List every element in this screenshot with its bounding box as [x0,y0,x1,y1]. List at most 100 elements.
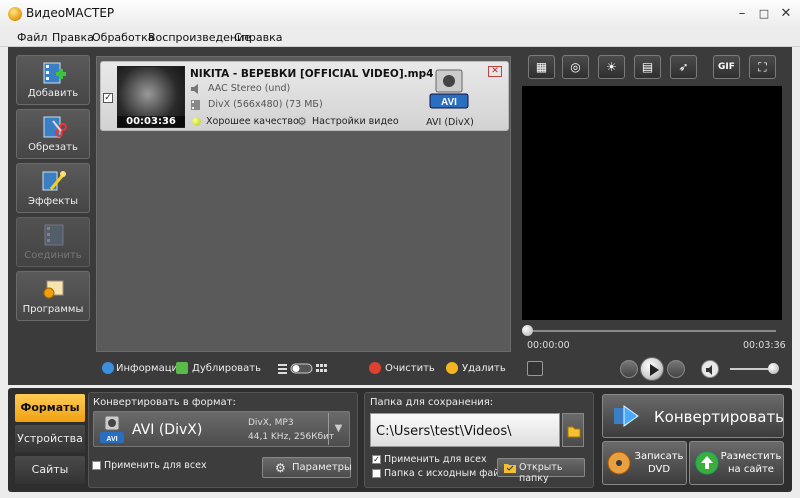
info-button[interactable]: Информация [116,363,184,374]
burn-dvd-label-2: DVD [647,464,671,475]
dvd-disc-icon [607,451,631,475]
sidebar-item-label: Обрезать [28,142,78,153]
file-name: NIKITA - ВЕРЕВКИ [OFFICIAL VIDEO].mp4 [190,68,434,80]
burn-dvd-label-1: Записать [634,451,684,462]
duplicate-button[interactable]: Дублировать [192,363,261,374]
remove-file-button[interactable]: ✕ [488,66,502,77]
sidebar-item-label: Программы [22,304,84,315]
sidebar-item-label: Эффекты [28,196,78,207]
crop-icon: ▦ [535,60,548,74]
publish-site-label-2: на сайте [728,464,774,475]
film-frame-icon: ▤ [641,60,654,74]
film-strip-icon [191,100,200,110]
format-audio-details: 44,1 KHz, 256Кбит [248,432,335,442]
convert-label: Конвертировать [654,408,785,426]
publish-site-button[interactable]: Разместить на сайте [689,441,784,485]
video-settings-link[interactable]: Настройки видео [312,116,399,127]
clear-icon [369,362,381,374]
folder-check-icon [504,464,516,473]
duplicate-icon [176,362,188,374]
publish-site-label-1: Разместить [720,451,782,462]
seek-handle[interactable] [522,325,533,336]
delete-icon [446,362,458,374]
convert-arrow-icon [614,405,639,427]
clear-button[interactable]: Очистить [385,363,435,374]
gif-button[interactable]: GIF [713,55,740,79]
browse-folder-button[interactable] [562,413,584,447]
menu-edit[interactable]: Правка [52,31,94,44]
open-folder-label: Открыть папку [519,462,563,484]
source-folder-checkbox[interactable] [372,469,381,478]
avi-format-icon[interactable]: AVI [428,68,470,110]
rotate-icon: ◎ [570,60,581,74]
next-frame-button[interactable] [667,360,685,378]
info-icon [102,362,114,374]
maximize-button[interactable]: □ [755,6,773,22]
format-name: AVI (DivX) [132,422,203,438]
volume-button[interactable] [701,360,719,378]
delete-button[interactable]: Удалить [462,363,506,374]
minimize-button[interactable]: – [733,6,751,22]
film-add-icon [43,62,66,84]
save-folder-title: Папка для сохранения: [370,397,494,408]
sidebar-item-add[interactable]: Добавить [16,55,90,105]
seek-bar[interactable] [527,330,776,332]
chevron-down-icon: ▼ [334,423,343,434]
sidebar-item-join[interactable]: Соединить [16,217,90,267]
play-icon [650,364,659,376]
convert-format-title: Конвертировать в формат: [93,397,236,408]
crop-button[interactable]: ▦ [528,55,555,79]
format-badge: AVI [441,97,457,108]
video-preview[interactable] [522,86,782,320]
parameters-button[interactable]: ⚙ Параметры [262,457,352,478]
play-button[interactable] [640,357,664,381]
menu-processing[interactable]: Обработка [92,31,154,44]
sidebar-item-label: Соединить [24,250,82,261]
burn-dvd-button[interactable]: Записать DVD [602,441,687,485]
snapshot-button[interactable] [527,361,543,376]
tab-formats[interactable]: Форматы [15,394,85,422]
volume-handle[interactable] [768,363,779,374]
globe-upload-icon [695,451,719,475]
menu-help[interactable]: Справка [234,31,282,44]
fullscreen-button[interactable]: ⛶ [749,55,776,79]
prev-frame-button[interactable] [620,360,638,378]
parameters-label: Параметры [292,462,352,473]
format-codecs: DivX, MP3 [248,418,294,428]
file-checkbox[interactable]: ✓ [103,93,113,103]
menu-file[interactable]: Файл [17,31,47,44]
sidebar-item-cut[interactable]: Обрезать [16,109,90,159]
close-button[interactable]: ✕ [777,6,795,22]
tab-devices[interactable]: Устройства [15,425,85,453]
convert-apply-all-checkbox[interactable] [92,461,101,470]
rotate-button[interactable]: ◎ [562,55,589,79]
frame-button[interactable]: ▤ [634,55,661,79]
sidebar-item-programs[interactable]: Программы [16,271,90,321]
left-sidebar: Добавить Обрезать Эффекты Соединить Прог… [16,55,90,380]
convert-apply-all-label: Применить для всех [104,460,207,471]
view-toggle[interactable] [278,363,328,374]
app-logo-icon [8,7,22,21]
avi-format-icon: AVI [100,415,124,443]
sidebar-item-effects[interactable]: Эффекты [16,163,90,213]
format-dropdown-button[interactable]: ▼ [328,413,348,445]
save-path-value: C:\Users\test\Videos\ [376,424,512,439]
brightness-icon: ☀ [606,60,617,74]
format-badge: AVI [106,436,117,443]
speed-button[interactable]: ➶ [670,55,697,79]
speaker-icon [191,84,198,94]
speed-run-icon: ➶ [678,60,689,74]
gear-icon: ⚙ [275,461,286,475]
sidebar-item-label: Добавить [27,88,79,99]
speaker-volume-icon [706,365,712,375]
brightness-button[interactable]: ☀ [598,55,625,79]
window-title: ВидеоМАСТЕР [26,6,115,20]
film-join-icon [44,224,64,246]
save-apply-all-checkbox[interactable]: ✓ [372,455,381,464]
video-info: DivX (566x480) (73 МБ) [208,99,323,110]
quality-indicator-icon [192,117,201,126]
gif-icon: GIF [718,62,735,72]
tab-sites[interactable]: Сайты [15,456,85,484]
open-folder-button[interactable]: Открыть папку [497,458,585,484]
time-total: 00:03:36 [743,340,786,351]
